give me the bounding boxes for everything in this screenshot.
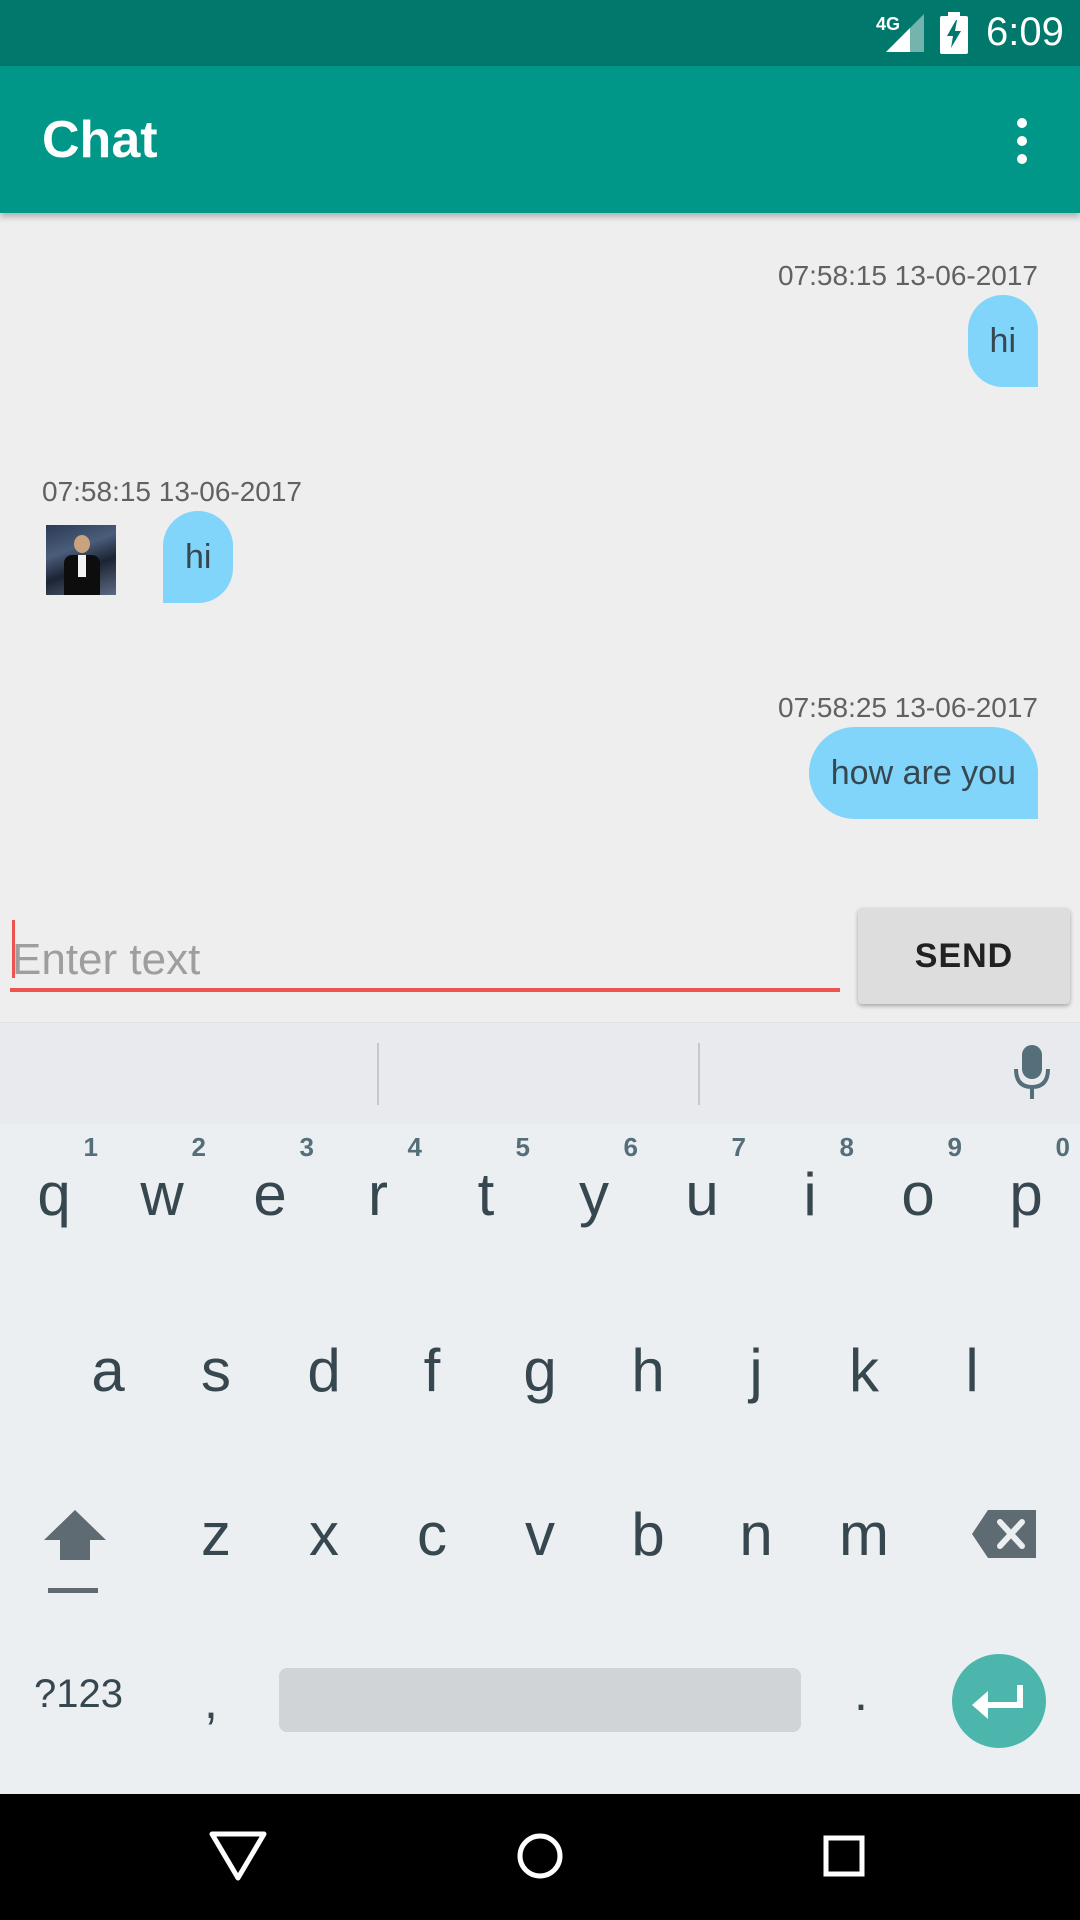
period-key[interactable]: .: [854, 1664, 868, 1722]
message-timestamp: 07:58:15 13-06-2017: [778, 260, 1038, 291]
backspace-key[interactable]: [972, 1510, 1036, 1563]
text-cursor: [12, 920, 15, 978]
key-hint: 7: [731, 1132, 746, 1162]
message-input[interactable]: [10, 932, 840, 992]
back-icon[interactable]: [208, 1828, 268, 1884]
more-vert-icon[interactable]: [1000, 114, 1044, 168]
outgoing-message-bubble[interactable]: how are you: [808, 727, 1038, 819]
outgoing-message-bubble[interactable]: hi: [967, 295, 1038, 387]
navigation-bar: [0, 1794, 1080, 1920]
key-hint: 4: [407, 1132, 422, 1162]
key-u[interactable]: u7: [648, 1132, 756, 1229]
status-bar: 4G 6:09: [0, 0, 1080, 66]
key-hint: 0: [1055, 1132, 1070, 1162]
microphone-icon[interactable]: [1012, 1045, 1052, 1101]
key-n[interactable]: n: [702, 1500, 810, 1569]
key-s[interactable]: s: [162, 1336, 270, 1405]
key-hint: 5: [515, 1132, 530, 1162]
symbols-key[interactable]: ?123: [34, 1672, 123, 1717]
key-a[interactable]: a: [54, 1336, 162, 1405]
key-k[interactable]: k: [810, 1336, 918, 1405]
key-c[interactable]: c: [378, 1500, 486, 1569]
comma-key[interactable]: ,: [204, 1672, 218, 1730]
key-hint: 1: [83, 1132, 98, 1162]
chat-screen: 4G 6:09 Chat 07:58:15 13-06-2017 hi 07:5…: [0, 0, 1080, 1920]
key-b[interactable]: b: [594, 1500, 702, 1569]
space-bar[interactable]: [279, 1668, 801, 1732]
key-y[interactable]: y6: [540, 1132, 648, 1229]
message-timestamp: 07:58:15 13-06-2017: [42, 476, 302, 507]
backspace-icon: [972, 1510, 1036, 1558]
key-h[interactable]: h: [594, 1336, 702, 1405]
key-g[interactable]: g: [486, 1336, 594, 1405]
message-timestamp: 07:58:25 13-06-2017: [778, 692, 1038, 723]
composer: SEND: [0, 900, 1080, 1020]
key-r[interactable]: r4: [324, 1132, 432, 1229]
key-hint: 6: [623, 1132, 638, 1162]
key-hint: 2: [191, 1132, 206, 1162]
home-icon[interactable]: [516, 1828, 564, 1884]
suggestion-divider: [377, 1043, 379, 1105]
key-f[interactable]: f: [378, 1336, 486, 1405]
key-m[interactable]: m: [810, 1500, 918, 1569]
key-e[interactable]: e3: [216, 1132, 324, 1229]
clock: 6:09: [986, 10, 1064, 54]
key-hint: 3: [299, 1132, 314, 1162]
app-bar: Chat: [0, 66, 1080, 213]
key-hint: 8: [839, 1132, 854, 1162]
key-hint: 9: [947, 1132, 962, 1162]
key-v[interactable]: v: [486, 1500, 594, 1569]
signal-icon: [886, 14, 924, 52]
key-l[interactable]: l: [918, 1336, 1026, 1405]
key-t[interactable]: t5: [432, 1132, 540, 1229]
page-title: Chat: [42, 111, 158, 169]
shift-icon: [44, 1510, 106, 1593]
shift-key[interactable]: [42, 1508, 108, 1603]
key-i[interactable]: i8: [756, 1132, 864, 1229]
contact-avatar[interactable]: [46, 525, 116, 595]
incoming-message-bubble[interactable]: hi: [163, 511, 234, 603]
key-z[interactable]: z: [162, 1500, 270, 1569]
key-j[interactable]: j: [702, 1336, 810, 1405]
key-q[interactable]: q1: [0, 1132, 108, 1229]
key-d[interactable]: d: [270, 1336, 378, 1405]
key-w[interactable]: w2: [108, 1132, 216, 1229]
enter-icon: [972, 1685, 1023, 1719]
key-o[interactable]: o9: [864, 1132, 972, 1229]
battery-charging-icon: [940, 12, 968, 54]
recents-icon[interactable]: [822, 1828, 866, 1884]
key-x[interactable]: x: [270, 1500, 378, 1569]
send-button[interactable]: SEND: [858, 908, 1070, 1004]
suggestion-strip: [0, 1022, 1080, 1124]
enter-key[interactable]: [952, 1654, 1046, 1748]
key-p[interactable]: p0: [972, 1132, 1080, 1229]
suggestion-divider: [698, 1043, 700, 1105]
